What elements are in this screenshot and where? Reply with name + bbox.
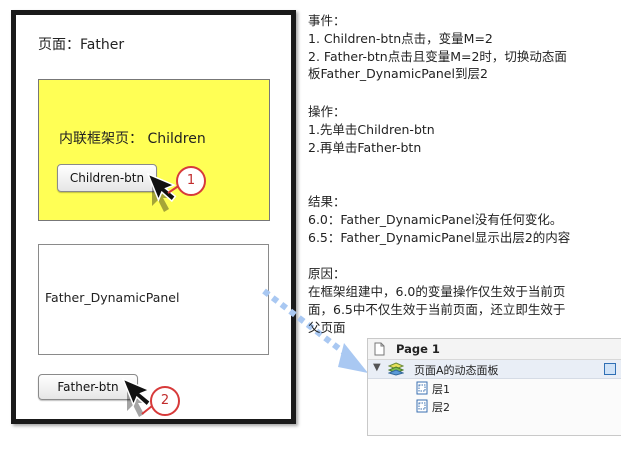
tree-page-row[interactable]: Page 1 bbox=[368, 339, 621, 360]
step-badge-1: 1 bbox=[176, 166, 206, 196]
result-1: 6.0：Father_DynamicPanel没有任何变化。 bbox=[308, 212, 563, 227]
page-icon bbox=[374, 342, 385, 356]
reason-line-1: 在框架组建中，6.0的变量操作仅生效于当前页 bbox=[308, 284, 566, 299]
tree-layer-1-label: 层1 bbox=[432, 383, 450, 396]
father-dynamic-panel: Father_DynamicPanel bbox=[38, 244, 269, 355]
layer-state-icon-2 bbox=[416, 399, 428, 413]
operations-heading: 操作： bbox=[308, 104, 346, 119]
father-page-frame: 页面：Father 内联框架页： Children Children-btn F… bbox=[11, 10, 296, 424]
reason-line-3: 父页面 bbox=[308, 320, 346, 335]
expand-triangle-icon[interactable]: ▼ bbox=[373, 362, 381, 373]
event-2-line-2: 板Father_DynamicPanel到层2 bbox=[308, 66, 488, 81]
event-1: 1. Children-btn点击，变量M=2 bbox=[308, 31, 493, 46]
tree-layer-2-label: 层2 bbox=[432, 401, 450, 414]
inline-frame-title: 内联框架页： Children bbox=[59, 131, 206, 147]
reason-heading: 原因： bbox=[308, 266, 346, 281]
layers-icon bbox=[388, 362, 404, 376]
result-2: 6.5：Father_DynamicPanel显示出层2的内容 bbox=[308, 230, 571, 245]
panel-visibility-icon[interactable] bbox=[604, 363, 616, 375]
father-page-title: 页面：Father bbox=[38, 37, 125, 53]
reason-line-2: 面，6.5中不仅生效于当前页面，还立即生效于 bbox=[308, 302, 566, 317]
operation-2: 2.再单击Father-btn bbox=[308, 140, 422, 155]
sitemap-tree-panel: Page 1 ▼ 页面A的动态面板 层1 层2 bbox=[367, 338, 621, 436]
result-heading: 结果： bbox=[308, 194, 346, 209]
event-2-line-1: 2. Father-btn点击且变量M=2时，切换动态面 bbox=[308, 49, 567, 64]
tree-dynamic-panel-row[interactable]: ▼ 页面A的动态面板 bbox=[368, 360, 621, 379]
events-heading: 事件： bbox=[308, 13, 346, 28]
tree-dynamic-panel-label: 页面A的动态面板 bbox=[414, 364, 499, 377]
operation-1: 1.先单击Children-btn bbox=[308, 122, 435, 137]
layer-state-icon bbox=[416, 381, 428, 395]
step-badge-2: 2 bbox=[150, 386, 180, 416]
dynamic-panel-label: Father_DynamicPanel bbox=[45, 290, 180, 305]
tree-page-label: Page 1 bbox=[396, 342, 440, 356]
